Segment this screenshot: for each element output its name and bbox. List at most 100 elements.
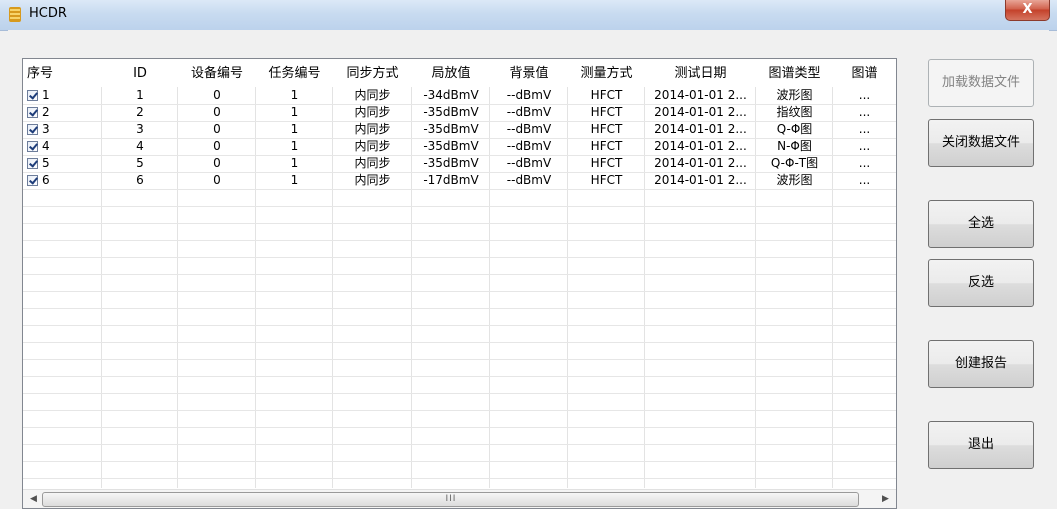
checkbox-checked-icon[interactable] xyxy=(27,90,38,101)
scroll-left-icon[interactable]: ◀ xyxy=(25,490,42,508)
table-cell: HFCT xyxy=(590,122,623,136)
select-all-button[interactable]: 全选 xyxy=(928,200,1034,248)
column-header[interactable]: 测量方式 xyxy=(568,59,645,87)
load-data-file-button[interactable]: 加载数据文件 xyxy=(928,59,1034,107)
table-cell: --dBmV xyxy=(506,88,552,102)
column-header[interactable]: 任务编号 xyxy=(256,59,333,87)
checkbox-checked-icon[interactable] xyxy=(27,124,38,135)
close-data-file-button[interactable]: 关闭数据文件 xyxy=(928,119,1034,167)
create-report-button[interactable]: 创建报告 xyxy=(928,340,1034,388)
column-header[interactable]: 局放值 xyxy=(412,59,490,87)
table-cell: --dBmV xyxy=(506,156,552,170)
row-index-cell: 5 xyxy=(23,155,102,172)
column-header[interactable]: 测试日期 xyxy=(645,59,756,87)
row-index-label: 3 xyxy=(42,122,50,136)
grid-row-divider xyxy=(23,274,896,275)
table-cell: --dBmV xyxy=(506,173,552,187)
table-cell: 1 xyxy=(290,122,299,136)
table-cell: 1 xyxy=(290,173,299,187)
table-cell: HFCT xyxy=(590,88,623,102)
table-row[interactable]: 2 2 0 1 内同步 -35dBmV --dBmV HFCT 2014-01-01 2... 指… xyxy=(23,104,896,121)
table-cell: 0 xyxy=(213,139,221,153)
exit-button[interactable]: 退出 xyxy=(928,421,1034,469)
table-cell: 1 xyxy=(290,105,299,119)
column-header[interactable]: 同步方式 xyxy=(333,59,412,87)
table-cell: ... xyxy=(858,173,871,187)
table-cell: ... xyxy=(858,139,871,153)
grid-row-divider xyxy=(23,427,896,428)
table-cell: -35dBmV xyxy=(423,156,479,170)
window-title: HCDR xyxy=(29,6,67,21)
table-cell: --dBmV xyxy=(506,122,552,136)
client-area: 序号 ID 设备编号 任务编号 同步方式 局放值 背景值 测量方式 测试日期 图谱类型 图谱 1 1 0… xyxy=(8,30,1049,509)
grid-row-divider xyxy=(23,461,896,462)
table-cell: 0 xyxy=(213,173,221,187)
table-cell: HFCT xyxy=(590,139,623,153)
table-cell: ... xyxy=(858,122,871,136)
grid-row-divider xyxy=(23,291,896,292)
grid-row-divider xyxy=(23,240,896,241)
table-cell: 内同步 xyxy=(354,139,391,153)
table-cell: 2014-01-01 2... xyxy=(654,105,747,119)
scroll-thumb[interactable]: III xyxy=(42,492,859,507)
table-row[interactable]: 6 6 0 1 内同步 -17dBmV --dBmV HFCT 2014-01-01 2... 波… xyxy=(23,172,896,189)
row-index-label: 5 xyxy=(42,156,50,170)
grid-row-divider xyxy=(23,189,896,190)
table-cell: 0 xyxy=(213,122,221,136)
table-cell: 1 xyxy=(290,156,299,170)
grid-row-divider xyxy=(23,478,896,479)
table-cell: 指纹图 xyxy=(776,105,813,119)
column-header[interactable]: 序号 xyxy=(23,59,102,87)
table-cell: 内同步 xyxy=(354,105,391,119)
table-row[interactable]: 1 1 0 1 内同步 -34dBmV --dBmV HFCT 2014-01-01 2... 波… xyxy=(23,87,896,104)
table-cell: HFCT xyxy=(590,156,623,170)
table-row[interactable]: 4 4 0 1 内同步 -35dBmV --dBmV HFCT 2014-01-01 2... N… xyxy=(23,138,896,155)
row-index-cell: 1 xyxy=(23,87,102,104)
grid-row-divider xyxy=(23,359,896,360)
table-row[interactable]: 3 3 0 1 内同步 -35dBmV --dBmV HFCT 2014-01-01 2... Q… xyxy=(23,121,896,138)
grid-row-divider xyxy=(23,444,896,445)
table-cell: 2014-01-01 2... xyxy=(654,156,747,170)
checkbox-checked-icon[interactable] xyxy=(27,141,38,152)
close-button[interactable]: X xyxy=(1005,0,1050,21)
horizontal-scrollbar[interactable]: ◀ III ▶ xyxy=(23,489,896,508)
column-header[interactable]: 图谱 xyxy=(833,59,896,87)
table-cell: 6 xyxy=(136,173,144,187)
row-index-label: 1 xyxy=(42,88,50,102)
table-cell: --dBmV xyxy=(506,105,552,119)
column-header[interactable]: ID xyxy=(102,59,178,87)
table-cell: 波形图 xyxy=(776,88,813,102)
row-index-label: 2 xyxy=(42,105,50,119)
data-grid[interactable]: 序号 ID 设备编号 任务编号 同步方式 局放值 背景值 测量方式 测试日期 图谱类型 图谱 1 1 0… xyxy=(22,58,897,509)
table-cell: 2 xyxy=(136,105,144,119)
row-index-cell: 3 xyxy=(23,121,102,138)
table-cell: ... xyxy=(858,88,871,102)
table-cell: 内同步 xyxy=(354,122,391,136)
table-cell: 2014-01-01 2... xyxy=(654,173,747,187)
grid-row-divider xyxy=(23,410,896,411)
table-cell: 内同步 xyxy=(354,173,391,187)
table-cell: -35dBmV xyxy=(423,105,479,119)
table-cell: 1 xyxy=(136,88,144,102)
column-header[interactable]: 设备编号 xyxy=(178,59,256,87)
scroll-right-icon[interactable]: ▶ xyxy=(877,490,894,508)
table-cell: 内同步 xyxy=(354,88,391,102)
table-row[interactable]: 5 5 0 1 内同步 -35dBmV --dBmV HFCT 2014-01-01 2... Q… xyxy=(23,155,896,172)
checkbox-checked-icon[interactable] xyxy=(27,158,38,169)
row-index-label: 6 xyxy=(42,173,50,187)
grid-row-divider xyxy=(23,223,896,224)
checkbox-checked-icon[interactable] xyxy=(27,175,38,186)
grid-row-divider xyxy=(23,376,896,377)
database-icon xyxy=(9,7,21,22)
table-cell: 2014-01-01 2... xyxy=(654,139,747,153)
grid-body: 1 1 0 1 内同步 -34dBmV --dBmV HFCT 2014-01-01 2... 波… xyxy=(23,87,896,496)
table-cell: HFCT xyxy=(590,173,623,187)
table-cell: ... xyxy=(858,105,871,119)
checkbox-checked-icon[interactable] xyxy=(27,107,38,118)
row-index-cell: 2 xyxy=(23,104,102,121)
grid-header: 序号 ID 设备编号 任务编号 同步方式 局放值 背景值 测量方式 测试日期 图谱类型 图谱 xyxy=(23,59,896,87)
column-header[interactable]: 背景值 xyxy=(490,59,568,87)
invert-select-button[interactable]: 反选 xyxy=(928,259,1034,307)
column-header[interactable]: 图谱类型 xyxy=(756,59,833,87)
table-cell: -17dBmV xyxy=(423,173,479,187)
